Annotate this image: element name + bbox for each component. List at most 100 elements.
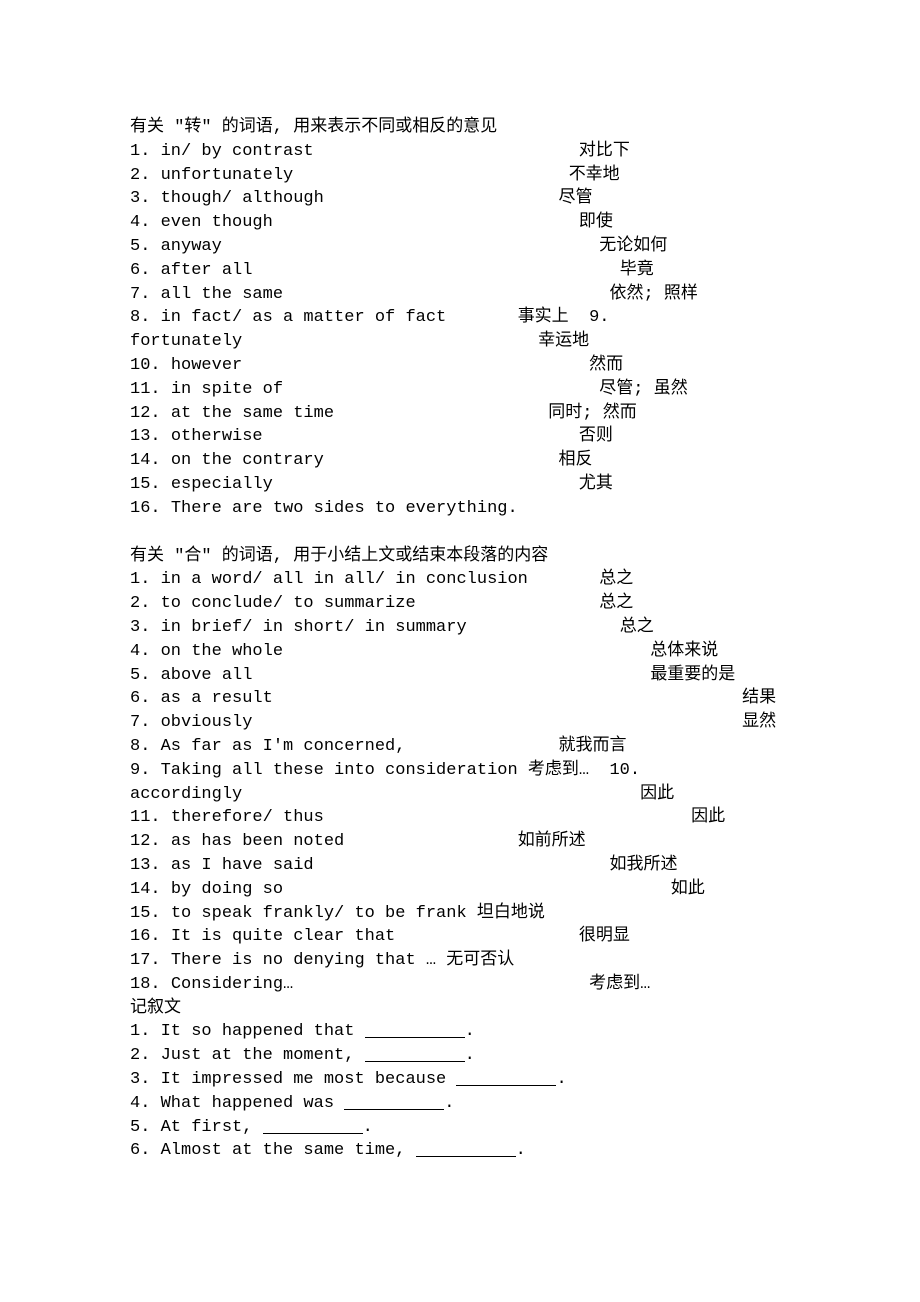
spacer — [222, 235, 599, 259]
item-definition: 即使 — [579, 211, 613, 235]
spacer — [273, 687, 742, 711]
item-number: 6. — [130, 259, 161, 283]
item-number: 18. — [130, 973, 171, 997]
list-item: 2. unfortunately 不幸地 — [130, 164, 790, 188]
blank-underline — [344, 1092, 444, 1110]
spacer — [314, 140, 579, 164]
spacer — [467, 902, 477, 926]
item-number: 17. — [130, 949, 171, 973]
list-item: 6. Almost at the same time, . — [130, 1139, 790, 1163]
list-item: 4. What happened was . — [130, 1092, 790, 1116]
item-definition: 总体来说 — [650, 640, 718, 664]
list-item: 8. As far as I'm concerned, 就我而言 — [130, 735, 790, 759]
spacer — [528, 568, 599, 592]
list-item: 6. after all 毕竟 — [130, 259, 790, 283]
item-definition: 就我而言 — [558, 735, 626, 759]
sentence-suffix: . — [516, 1139, 526, 1163]
item-definition: 如此 — [671, 878, 705, 902]
list-item: 5. At first, . — [130, 1116, 790, 1140]
spacer — [344, 830, 517, 854]
spacer — [252, 664, 650, 688]
item-number: 15. — [130, 473, 171, 497]
item-definition: 否则 — [579, 425, 613, 449]
item-term: to conclude/ to summarize — [161, 592, 416, 616]
item-definition: 最重要的是 — [650, 664, 735, 688]
item-term: obviously — [161, 711, 253, 735]
item-term: as has been noted — [171, 830, 344, 854]
item-term: in/ by contrast — [161, 140, 314, 164]
sentence-suffix: . — [444, 1092, 454, 1116]
list-item: 13. as I have said 如我所述 — [130, 854, 790, 878]
item-number: 1. — [130, 568, 161, 592]
item-number: 2. — [130, 592, 161, 616]
item-definition: 尽管; 虽然 — [599, 378, 687, 402]
section-list: 1. in/ by contrast 对比下2. unfortunately 不… — [130, 140, 790, 521]
item-term: There is no denying that … — [171, 949, 436, 973]
item-definition: 总之 — [599, 568, 633, 592]
sentence-prefix: It impressed me most because — [161, 1068, 457, 1092]
item-term: otherwise — [171, 425, 263, 449]
item-number: 14. — [130, 878, 171, 902]
item-definition: 很明显 — [579, 925, 630, 949]
item-number: 11. — [130, 806, 171, 830]
spacer — [252, 711, 742, 735]
list-item: 1. in/ by contrast 对比下 — [130, 140, 790, 164]
item-number: 4. — [130, 640, 161, 664]
item-term: after all — [161, 259, 253, 283]
item-definition: 总之 — [599, 592, 633, 616]
item-definition: 结果 — [742, 687, 776, 711]
spacer — [283, 378, 599, 402]
item-number: 1. — [130, 1020, 161, 1044]
list-item: 3. It impressed me most because . — [130, 1068, 790, 1092]
item-definition: 事实上 9. — [518, 306, 610, 330]
item-number: 2. — [130, 164, 161, 188]
blank-underline — [416, 1139, 516, 1157]
spacer — [283, 640, 650, 664]
item-term: even though — [161, 211, 273, 235]
list-item: 3. in brief/ in short/ in summary 总之 — [130, 616, 790, 640]
list-item: 16. It is quite clear that 很明显 — [130, 925, 790, 949]
item-definition: 如前所述 — [518, 830, 586, 854]
item-definition: 然而 — [589, 354, 623, 378]
item-number: 16. — [130, 497, 171, 521]
list-item: accordingly 因此 — [130, 783, 790, 807]
sentence-suffix: . — [465, 1020, 475, 1044]
spacer — [436, 949, 446, 973]
list-item: fortunately 幸运地 — [130, 330, 790, 354]
spacer — [467, 616, 620, 640]
spacer — [252, 259, 619, 283]
sentence-suffix: . — [363, 1116, 373, 1140]
section-title: 有关 "转" 的词语, 用来表示不同或相反的意见 — [130, 116, 790, 140]
spacer — [395, 925, 579, 949]
sentence-suffix: . — [465, 1044, 475, 1068]
item-number: 3. — [130, 187, 161, 211]
item-term: in spite of — [171, 378, 283, 402]
spacer — [314, 854, 610, 878]
item-number: 16. — [130, 925, 171, 949]
section-title: 记叙文 — [130, 997, 790, 1021]
item-term: on the contrary — [171, 449, 324, 473]
section-narrative: 记叙文 1. It so happened that .2. Just at t… — [130, 997, 790, 1164]
sentence-prefix: Almost at the same time, — [161, 1139, 416, 1163]
list-item: 11. therefore/ thus 因此 — [130, 806, 790, 830]
item-term: on the whole — [161, 640, 283, 664]
list-item: 12. at the same time 同时; 然而 — [130, 402, 790, 426]
item-term: however — [171, 354, 242, 378]
spacer — [446, 306, 517, 330]
list-item: 1. in a word/ all in all/ in conclusion … — [130, 568, 790, 592]
list-item: 2. Just at the moment, . — [130, 1044, 790, 1068]
item-number: 4. — [130, 211, 161, 235]
item-number: 4. — [130, 1092, 161, 1116]
list-item: 17. There is no denying that … 无可否认 — [130, 949, 790, 973]
spacer — [334, 402, 548, 426]
item-term: in a word/ all in all/ in conclusion — [161, 568, 528, 592]
list-item: 10. however 然而 — [130, 354, 790, 378]
spacer — [416, 592, 600, 616]
item-definition: 如我所述 — [610, 854, 678, 878]
item-term: though/ although — [161, 187, 324, 211]
item-number: 8. — [130, 735, 161, 759]
item-number: 2. — [130, 1044, 161, 1068]
item-term: fortunately — [130, 330, 242, 354]
item-term: unfortunately — [161, 164, 294, 188]
list-item: 3. though/ although 尽管 — [130, 187, 790, 211]
